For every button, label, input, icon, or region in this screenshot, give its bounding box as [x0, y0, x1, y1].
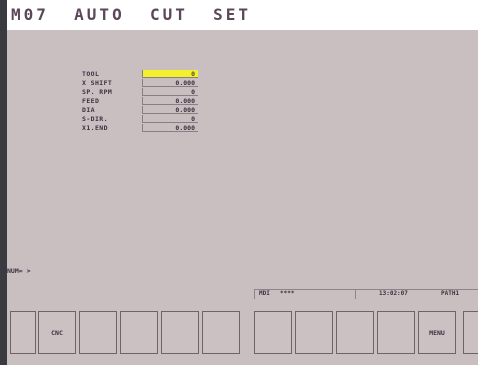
- softkey-7[interactable]: [295, 311, 333, 354]
- parameter-table: TOOL 0 X SHIFT 0.000 SP. RPM 0 FEED 0.00…: [82, 70, 212, 133]
- softkey-bar: CNC MENU: [7, 300, 478, 365]
- softkey-5[interactable]: [202, 311, 240, 354]
- softkey-2[interactable]: [79, 311, 117, 354]
- param-value-input[interactable]: 0: [142, 70, 198, 78]
- param-value-input[interactable]: 0.000: [142, 79, 198, 87]
- softkey-next[interactable]: [463, 311, 478, 354]
- main-area: TOOL 0 X SHIFT 0.000 SP. RPM 0 FEED 0.00…: [7, 30, 478, 300]
- screen-bezel: [0, 0, 7, 365]
- input-prompt[interactable]: NUM= >: [7, 267, 30, 275]
- param-value-input[interactable]: 0.000: [142, 97, 198, 105]
- status-bar: MDI **** 13:02:07 PATH1: [7, 289, 478, 300]
- softkey-return[interactable]: [10, 311, 36, 354]
- param-label: X1.END: [82, 124, 108, 132]
- status-flags: ****: [280, 290, 295, 297]
- param-row-x1-end[interactable]: X1.END 0.000: [82, 124, 212, 133]
- softkey-9[interactable]: [377, 311, 415, 354]
- param-row-feed[interactable]: FEED 0.000: [82, 97, 212, 106]
- param-value-input[interactable]: 0: [142, 88, 198, 96]
- softkey-8[interactable]: [336, 311, 374, 354]
- param-value-input[interactable]: 0: [142, 115, 198, 123]
- status-mode: MDI: [259, 290, 270, 297]
- page-title: M07 AUTO CUT SET: [11, 5, 252, 24]
- title-bar: M07 AUTO CUT SET: [7, 2, 478, 30]
- softkey-menu[interactable]: MENU: [418, 311, 456, 354]
- status-divider: [355, 289, 356, 299]
- param-value-input[interactable]: 0.000: [142, 106, 198, 114]
- param-row-sp-rpm[interactable]: SP. RPM 0: [82, 88, 212, 97]
- status-path: PATH1: [441, 290, 460, 297]
- param-value-input[interactable]: 0.000: [142, 124, 198, 132]
- status-time: 13:02:07: [379, 290, 408, 297]
- softkey-cnc[interactable]: CNC: [38, 311, 76, 354]
- cnc-screen: M07 AUTO CUT SET TOOL 0 X SHIFT 0.000 SP…: [0, 0, 478, 365]
- softkey-4[interactable]: [161, 311, 199, 354]
- softkey-3[interactable]: [120, 311, 158, 354]
- softkey-6[interactable]: [254, 311, 292, 354]
